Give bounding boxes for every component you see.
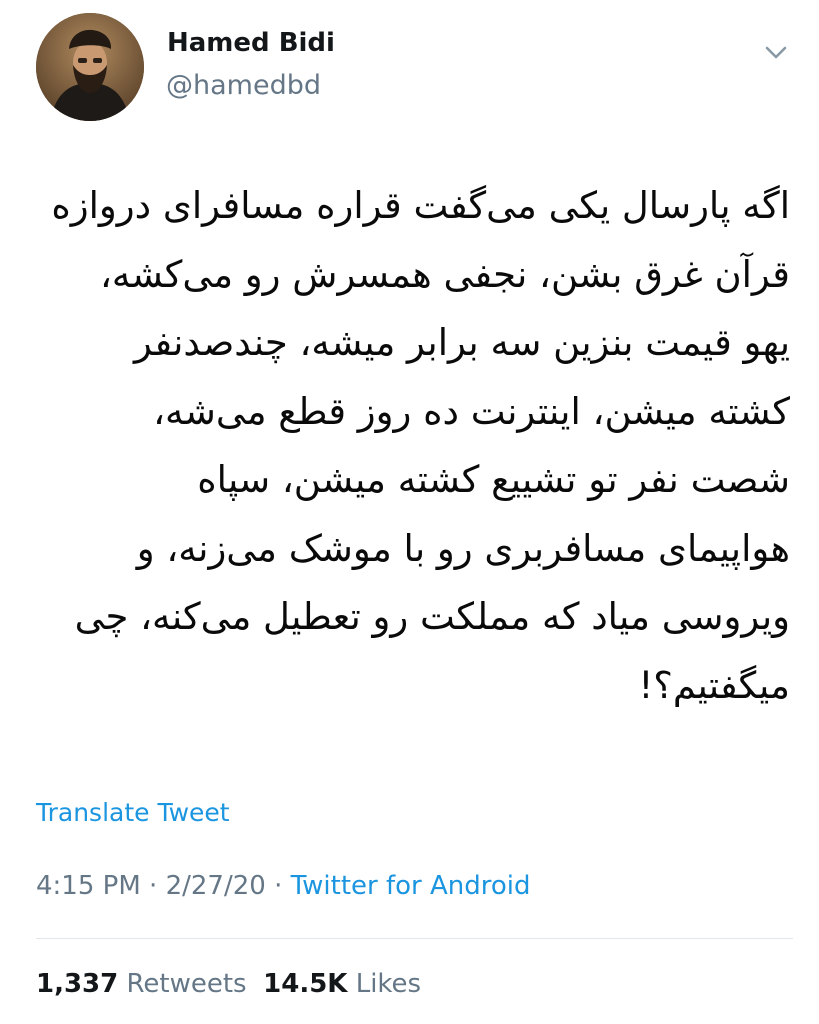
retweets-stat[interactable]: 1,337 Retweets (36, 969, 247, 999)
likes-count: 14.5K (263, 969, 348, 999)
likes-stat[interactable]: 14.5K Likes (263, 969, 421, 999)
tweet-line: یهو قیمت بنزین سه برابر میشه، چندصدنفر (134, 321, 790, 364)
tweet-line: قرآن غرق بشن، نجفی همسرش رو می‌کشه، (99, 252, 790, 296)
meta-separator: · (149, 871, 158, 901)
meta-separator: · (274, 871, 283, 901)
tweet-time[interactable]: 4:15 PM (36, 871, 141, 901)
divider (36, 938, 793, 939)
tweet-line: شصت نفر تو تشییع کشته میشن، سپاه (197, 458, 790, 501)
tweet-source-link[interactable]: Twitter for Android (291, 871, 531, 901)
user-handle[interactable]: @hamedbd (166, 70, 321, 101)
likes-label: Likes (355, 969, 422, 999)
tweet-text: اگه پارسال یکی می‌گفت قراره مسافرای دروا… (30, 172, 790, 720)
tweet-line: اگه پارسال یکی می‌گفت قراره مسافرای دروا… (51, 184, 790, 227)
avatar[interactable] (36, 13, 144, 121)
chevron-down-icon[interactable] (759, 40, 793, 64)
tweet-meta: 4:15 PM · 2/27/20 · Twitter for Android (36, 871, 531, 901)
retweets-count: 1,337 (36, 969, 119, 999)
tweet-line: میگفتیم؟! (638, 663, 790, 707)
tweet-stats: 1,337 Retweets 14.5K Likes (36, 969, 421, 999)
translate-tweet-link[interactable]: Translate Tweet (36, 798, 230, 827)
tweet-date[interactable]: 2/27/20 (166, 871, 266, 901)
display-name[interactable]: Hamed Bidi (167, 28, 335, 58)
tweet-line: هواپیمای مسافربری رو با موشک می‌زنه، و (136, 526, 790, 570)
tweet-line: ویروسی میاد که مملکت رو تعطیل می‌کنه، چی (74, 595, 790, 638)
retweets-label: Retweets (126, 969, 247, 999)
user-avatar-photo (36, 13, 144, 121)
tweet-line: کشته میشن، اینترنت ده روز قطع می‌شه، (153, 389, 790, 433)
